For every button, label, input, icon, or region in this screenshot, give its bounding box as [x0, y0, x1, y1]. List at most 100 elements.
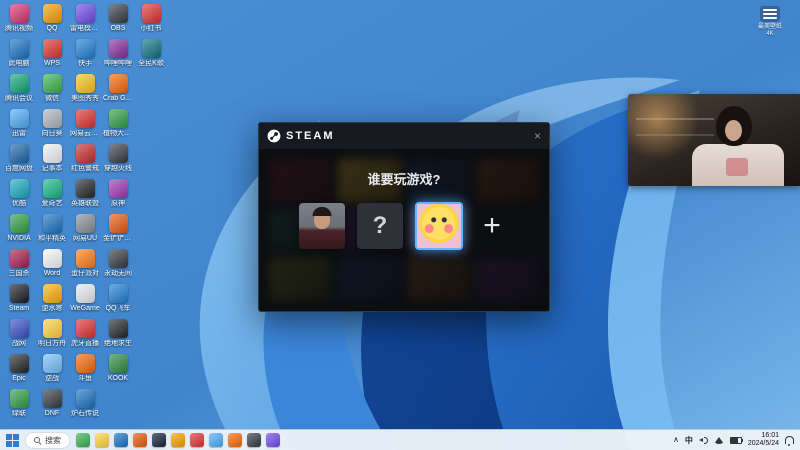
- taskbar-icon-file-explorer[interactable]: [95, 433, 109, 447]
- taskbar-icon-edge[interactable]: [114, 433, 128, 447]
- desktop-icon-label: 虎牙直播: [71, 340, 99, 347]
- desktop-icon-迅雷[interactable]: 迅雷: [4, 109, 34, 138]
- desktop-icon-和平精英[interactable]: 和平精英: [37, 214, 67, 243]
- desktop-icon-label: 网易云音乐: [70, 130, 100, 137]
- desktop-icon-此电脑[interactable]: 此电脑: [4, 39, 34, 68]
- taskbar-icon-wechat[interactable]: [76, 433, 90, 447]
- taskbar-icon-bilibili[interactable]: [209, 433, 223, 447]
- desktop-icon-label: 穿越火线: [104, 165, 132, 172]
- app-icon: [108, 214, 128, 233]
- taskbar-icon-game-launcher[interactable]: [266, 433, 280, 447]
- desktop-icon-WPS[interactable]: WPS: [37, 39, 67, 68]
- desktop-icon-QQ飞车[interactable]: QQ飞车: [103, 284, 133, 313]
- desktop-icon-label: 迅雷: [12, 130, 26, 137]
- desktop-icon-逆水寒[interactable]: 逆水寒: [37, 284, 67, 313]
- app-icon: [75, 214, 95, 233]
- taskbar-icon-browser[interactable]: [133, 433, 147, 447]
- desktop-icon-炉石传说[interactable]: 炉石传说: [70, 389, 100, 418]
- desktop-icon-OBS[interactable]: OBS: [103, 4, 133, 33]
- desktop-icon-label: 金铲铲之战: [103, 235, 133, 242]
- desktop-icon-Epic[interactable]: Epic: [4, 354, 34, 383]
- desktop-icon-三国杀[interactable]: 三国杀: [4, 249, 34, 278]
- taskbar-clock[interactable]: 16:01 2024/5/24: [748, 432, 779, 448]
- menu-icon[interactable]: [760, 6, 780, 22]
- app-icon: [9, 319, 29, 338]
- app-icon: [9, 284, 29, 303]
- desktop-icon-优酷[interactable]: 优酷: [4, 179, 34, 208]
- taskbar-icon-steam[interactable]: [152, 433, 166, 447]
- account-picker-heading: 谁要玩游戏?: [367, 172, 441, 187]
- desktop-icon-百度网盘[interactable]: 百度网盘: [4, 144, 34, 173]
- desktop-icon-记事本[interactable]: 记事本: [37, 144, 67, 173]
- desktop-icon-植物大战僵尸[interactable]: 植物大战僵尸: [103, 109, 133, 138]
- desktop-icon-KOOK[interactable]: KOOK: [103, 354, 133, 383]
- taskbar-search[interactable]: 搜索: [25, 431, 70, 449]
- desktop-icon-明日方舟[interactable]: 明日方舟: [37, 319, 67, 348]
- account-avatar-unknown[interactable]: ?: [357, 203, 403, 249]
- desktop-icon-腾讯视频[interactable]: 腾讯视频: [4, 4, 34, 33]
- start-button[interactable]: [6, 433, 19, 447]
- app-icon: [75, 144, 95, 163]
- taskbar-icon-obs[interactable]: [247, 433, 261, 447]
- desktop-icon-逆战[interactable]: 逆战: [37, 354, 67, 383]
- tray-chevron-icon[interactable]: ∧: [673, 436, 679, 444]
- app-icon: [75, 319, 95, 338]
- desktop-icon-绝地求生[interactable]: 绝地求生: [103, 319, 133, 348]
- desktop-icon-原神[interactable]: 原神: [103, 179, 133, 208]
- desktop-icon-微信[interactable]: 微信: [37, 74, 67, 103]
- desktop-icon-小红书[interactable]: 小红书: [136, 4, 166, 33]
- desktop-icon-全民K歌[interactable]: 全民K歌: [136, 39, 166, 68]
- desktop-icon-永劫无间[interactable]: 永劫无间: [103, 249, 133, 278]
- search-label: 搜索: [45, 435, 61, 445]
- clock-time: 16:01: [761, 432, 779, 439]
- desktop-icon-红色警戒[interactable]: 红色警戒: [70, 144, 100, 173]
- taskbar-icon-qq[interactable]: [171, 433, 185, 447]
- desktop-icon-QQ[interactable]: QQ: [37, 4, 67, 33]
- desktop-icon-NVIDIA[interactable]: NVIDIA: [4, 214, 34, 243]
- ime-indicator[interactable]: 中: [685, 435, 693, 446]
- taskbar-icon-huya[interactable]: [228, 433, 242, 447]
- desktop-icon-label: 优酷: [12, 200, 26, 207]
- close-icon[interactable]: ×: [534, 130, 541, 142]
- desktop-icon-Word[interactable]: Word: [37, 249, 67, 278]
- app-icon: [42, 354, 62, 373]
- desktop-icon-绿联[interactable]: 绿联: [4, 389, 34, 418]
- desktop-icon-斗鱼[interactable]: 斗鱼: [70, 354, 100, 383]
- desktop-icon-雷电模拟器[interactable]: 雷电模拟器: [70, 4, 100, 33]
- add-account-button[interactable]: +: [475, 203, 509, 249]
- desktop-icon-英雄联盟[interactable]: 英雄联盟: [70, 179, 100, 208]
- desktop-icon-DNF[interactable]: DNF: [37, 389, 67, 418]
- desktop-icon-网易UU[interactable]: 网易UU: [70, 214, 100, 243]
- watermark-line1: 最美壁纸: [757, 24, 782, 30]
- network-icon[interactable]: [713, 436, 724, 444]
- desktop-icon-爱奇艺[interactable]: 爱奇艺: [37, 179, 67, 208]
- desktop-icon-哔哩哔哩[interactable]: 哔哩哔哩: [103, 39, 133, 68]
- desktop-icon-蛋仔派对[interactable]: 蛋仔派对: [70, 249, 100, 278]
- steam-title: STEAM: [286, 130, 335, 142]
- app-icon: [9, 4, 29, 23]
- desktop-icon-战网[interactable]: 战网: [4, 319, 34, 348]
- desktop-icon-金铲铲之战[interactable]: 金铲铲之战: [103, 214, 133, 243]
- desktop-icon-label: 原神: [111, 200, 125, 207]
- desktop-icon-WeGame[interactable]: WeGame: [70, 284, 100, 313]
- desktop-icon-label: QQ飞车: [105, 305, 131, 312]
- volume-icon[interactable]: [698, 436, 708, 444]
- desktop-icon-穿越火线[interactable]: 穿越火线: [103, 144, 133, 173]
- account-avatar-photo[interactable]: [299, 203, 345, 249]
- desktop-icon-快手[interactable]: 快手: [70, 39, 100, 68]
- desktop-icon-虎牙直播[interactable]: 虎牙直播: [70, 319, 100, 348]
- desktop-icon-Steam[interactable]: Steam: [4, 284, 34, 313]
- desktop-icon-label: 向日葵: [41, 130, 63, 137]
- desktop-icon-网易云音乐[interactable]: 网易云音乐: [70, 109, 100, 138]
- desktop-icon-Crab Game[interactable]: Crab Game: [103, 74, 133, 103]
- taskbar-icon-netease-music[interactable]: [190, 433, 204, 447]
- app-icon: [42, 214, 62, 233]
- battery-icon[interactable]: [729, 436, 743, 444]
- desktop-icon-向日葵[interactable]: 向日葵: [37, 109, 67, 138]
- desktop-icon-腾讯会议[interactable]: 腾讯会议: [4, 74, 34, 103]
- desktop-icon-美图秀秀[interactable]: 美图秀秀: [70, 74, 100, 103]
- notification-bell-icon[interactable]: [785, 436, 794, 446]
- steam-titlebar[interactable]: STEAM ×: [259, 123, 549, 149]
- app-icon: [75, 354, 95, 373]
- account-avatar-cartoon[interactable]: [415, 202, 463, 250]
